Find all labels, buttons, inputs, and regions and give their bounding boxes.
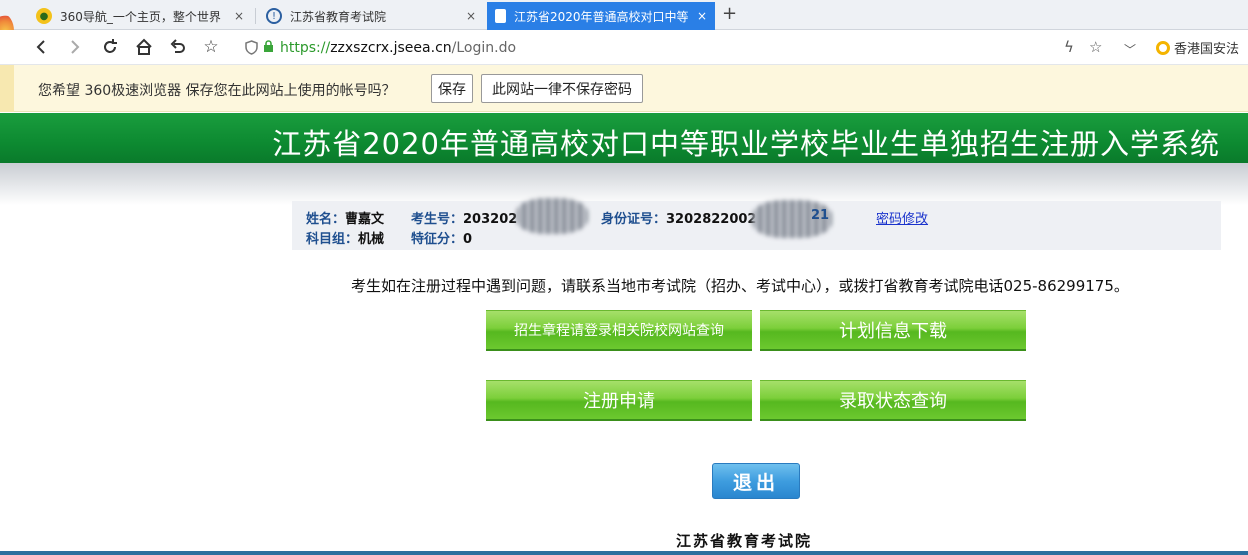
url-host: zzxszcrx.jseea.cn (330, 39, 452, 56)
name-label: 姓名： (306, 212, 346, 227)
url-scheme: https:// (280, 39, 331, 56)
plan-download-button[interactable]: 计划信息下载 (760, 310, 1026, 351)
subject-group-label: 科目组： (306, 232, 359, 247)
lightning-icon[interactable]: ϟ (1064, 38, 1074, 56)
id-number-value: 3202822002 (666, 212, 757, 227)
password-save-message: 您希望 360极速浏览器 保存您在此网站上使用的帐号吗？ (38, 83, 396, 99)
redacted-exam-number (516, 198, 588, 234)
feature-score-value: 0 (463, 232, 473, 247)
tab-label: 360导航_一个主页，整个世界 (60, 9, 221, 24)
undo-icon[interactable] (167, 36, 189, 58)
document-icon (495, 9, 506, 23)
tab-360-nav[interactable]: ● 360导航_一个主页，整个世界 × (28, 2, 252, 30)
chevron-down-icon[interactable]: ﹀ (1124, 41, 1136, 58)
search-hint-text: 香港国安法 (1174, 42, 1240, 57)
url-path: /Login.do (451, 39, 517, 56)
change-password-link[interactable]: 密码修改 (876, 208, 928, 227)
charter-query-button[interactable]: 招生章程请登录相关院校网站查询 (486, 310, 752, 351)
tab-label: 江苏省2020年普通高校对口中等 (514, 9, 689, 24)
tab-active-registration[interactable]: 江苏省2020年普通高校对口中等 × (487, 2, 715, 30)
new-tab-button[interactable]: + (722, 3, 737, 24)
banner-shadow (0, 163, 1248, 205)
tab-label: 江苏省教育考试院 (290, 9, 387, 24)
id-number-field: 身份证号：3202822002 (601, 208, 756, 227)
close-icon[interactable]: × (697, 9, 707, 23)
save-password-button[interactable]: 保存 (431, 74, 473, 103)
contact-notice: 考生如在注册过程中遇到问题，请联系当地市考试院（招办、考试中心），或拨打省教育考… (351, 277, 1129, 295)
360-logo-icon: ● (36, 8, 52, 24)
footer-line (0, 551, 1248, 555)
back-icon[interactable] (30, 36, 52, 58)
star-icon[interactable]: ☆ (200, 36, 222, 58)
address-bar[interactable]: https://zzxszcrx.jseea.cn/Login.do (245, 34, 1195, 61)
tab-jseea[interactable]: ! 江苏省教育考试院 × (258, 2, 484, 30)
shield-icon (245, 39, 259, 56)
name-field: 姓名：曹嘉文 (306, 208, 384, 227)
page-title: 江苏省2020年普通高校对口中等职业学校毕业生单独招生注册入学系统 (272, 127, 1220, 161)
admission-status-button[interactable]: 录取状态查询 (760, 380, 1026, 421)
navigation-bar: ☆ https://zzxszcrx.jseea.cn/Login.do ϟ ☆… (0, 30, 1248, 65)
jseea-logo-icon: ! (266, 8, 282, 24)
bookmark-star-icon[interactable]: ☆ (1089, 38, 1102, 56)
page-banner: 江苏省2020年普通高校对口中等职业学校毕业生单独招生注册入学系统 (0, 113, 1248, 163)
name-value: 曹嘉文 (345, 212, 385, 227)
never-save-password-button[interactable]: 此网站一律不保存密码 (481, 74, 643, 103)
search-engine-icon (1156, 40, 1170, 55)
id-number-tail: 21 (811, 208, 830, 223)
search-suggestion[interactable]: 香港国安法 (1156, 38, 1239, 57)
reload-icon[interactable] (99, 36, 121, 58)
id-number-label: 身份证号： (601, 212, 667, 227)
home-icon[interactable] (133, 36, 155, 58)
subject-group-field: 科目组：机械 (306, 228, 384, 247)
bar-accent (0, 65, 14, 112)
exam-number-label: 考生号： (411, 212, 464, 227)
tab-separator (255, 8, 256, 24)
register-apply-button[interactable]: 注册申请 (486, 380, 752, 421)
tab-strip: ● 360导航_一个主页，整个世界 × ! 江苏省教育考试院 × 江苏省2020… (0, 0, 1248, 30)
logout-button[interactable]: 退出 (712, 463, 800, 499)
exam-number-field: 考生号：203202 (411, 208, 517, 227)
close-icon[interactable]: × (234, 9, 244, 23)
footer-org: 江苏省教育考试院 (676, 532, 813, 550)
forward-icon[interactable] (64, 36, 86, 58)
feature-score-field: 特征分：0 (411, 228, 472, 247)
subject-group-value: 机械 (358, 232, 385, 247)
feature-score-label: 特征分： (411, 232, 464, 247)
close-icon[interactable]: × (466, 9, 476, 23)
password-save-bar: 您希望 360极速浏览器 保存您在此网站上使用的帐号吗？ 保存 此网站一律不保存… (0, 65, 1248, 112)
exam-number-value: 203202 (463, 212, 518, 227)
lock-icon (263, 39, 274, 56)
